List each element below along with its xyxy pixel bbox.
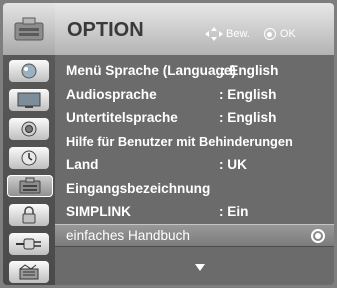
menu-title: OPTION xyxy=(67,19,144,41)
menu-item-label: SIMPLINK xyxy=(66,204,131,219)
usb-icon[interactable] xyxy=(9,261,49,283)
menu-item-input-label[interactable]: Eingangsbezeichnung xyxy=(55,177,334,201)
menu-item-label: Eingangsbezeichnung xyxy=(66,180,211,196)
picture-icon[interactable] xyxy=(9,60,49,82)
ok-hint-label: OK xyxy=(279,28,296,40)
menu-item-label: Untertitelsprache xyxy=(66,110,178,125)
option-menu-panel: OPTION Bew. OK Menü Sprache (Language) :… xyxy=(55,3,334,285)
menu-item-value: : English xyxy=(219,110,277,125)
move-hint-label: Bew. xyxy=(226,28,250,40)
menu-item-value: : English xyxy=(219,86,277,102)
ok-button-icon xyxy=(263,28,276,40)
nav-hint: Bew. OK xyxy=(205,27,300,41)
menu-item-value: : English xyxy=(221,63,279,78)
menu-item-country[interactable]: Land : UK xyxy=(55,153,334,177)
menu-item-accessibility[interactable]: Hilfe für Benutzer mit Behinderungen xyxy=(55,130,334,154)
selected-radio-icon xyxy=(311,228,325,243)
audio-icon[interactable] xyxy=(9,118,49,140)
menu-item-label: Audiosprache xyxy=(66,86,157,102)
menu-item-label: einfaches Handbuch xyxy=(66,227,190,243)
lock-icon[interactable] xyxy=(9,204,49,226)
menu-item-simplink[interactable]: SIMPLINK : Ein xyxy=(55,200,334,224)
menu-item-simple-manual[interactable]: einfaches Handbuch xyxy=(55,223,334,247)
screen-icon[interactable] xyxy=(9,89,49,111)
input-icon[interactable] xyxy=(9,233,49,255)
category-sidebar xyxy=(3,3,55,285)
menu-item-label: Land xyxy=(66,157,99,172)
menu-item-menu-language[interactable]: Menü Sprache (Language) : English xyxy=(55,59,334,83)
menu-item-value: : Ein xyxy=(219,204,249,219)
menu-item-subtitle-language[interactable]: Untertitelsprache : English xyxy=(55,106,334,130)
menu-item-label: Hilfe für Benutzer mit Behinderungen xyxy=(66,133,293,149)
option-icon[interactable] xyxy=(7,175,53,197)
four-way-arrow-icon xyxy=(205,27,223,41)
time-icon[interactable] xyxy=(9,147,49,169)
menu-item-audio-language[interactable]: Audiosprache : English xyxy=(55,83,334,107)
scroll-down-arrow-icon[interactable] xyxy=(195,264,205,271)
menu-item-label: Menü Sprache (Language) xyxy=(66,63,236,78)
option-list: Menü Sprache (Language) : English Audios… xyxy=(55,59,334,247)
option-category-header-icon xyxy=(3,3,55,55)
menu-item-value: : UK xyxy=(219,157,247,172)
menu-header: OPTION Bew. OK xyxy=(55,3,334,55)
osd-window: OPTION Bew. OK Menü Sprache (Language) :… xyxy=(0,0,337,288)
